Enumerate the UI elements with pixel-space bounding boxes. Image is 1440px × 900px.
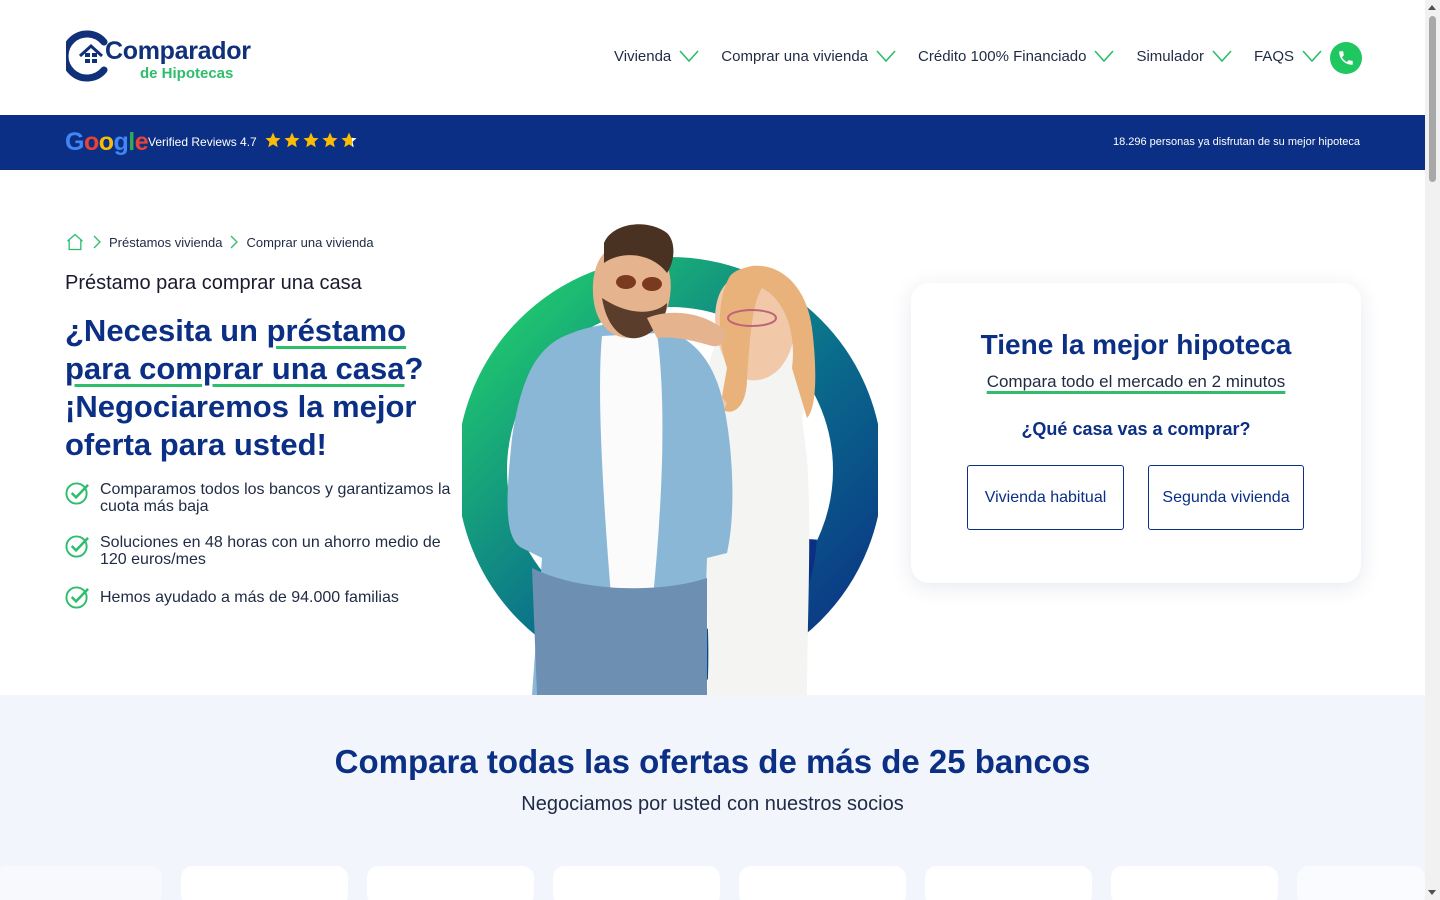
google-letter: e [134,128,149,156]
google-logo: Google [65,128,149,157]
banks-title-text: Compara todas las ofertas de [334,743,806,780]
customers-count-text: 18.296 personas ya disfrutan de su mejor… [1112,136,1360,148]
headline-underlined: para comprar una casa [65,351,405,386]
benefit-item: Comparamos todos los bancos y garantizam… [65,481,455,515]
home-icon[interactable] [65,232,85,252]
scroll-thumb[interactable] [1429,16,1436,182]
breadcrumb-item[interactable]: Préstamos vivienda [109,235,222,250]
bank-logo-card[interactable] [0,866,162,900]
google-letter: G [65,128,84,156]
check-circle-icon [65,535,89,558]
breadcrumb-item[interactable]: Comprar una vivienda [246,235,373,250]
bank-logo-card[interactable] [181,866,348,900]
chevron-down-icon [1302,50,1322,62]
nav-label: Comprar una vivienda [721,47,869,65]
nav-label: Crédito 100% Financiado [918,47,1087,65]
star-icon [303,132,319,148]
star-icon [322,132,338,148]
scroll-down-arrow-icon[interactable] [1428,890,1436,895]
card-title: Tiene la mejor hipoteca [980,329,1292,360]
bank-logo-card[interactable] [1111,866,1278,900]
benefit-item: Soluciones en 48 horas con un ahorro med… [65,534,455,568]
hero-couple-image [462,208,878,695]
page-headline: ¿Necesita un préstamo para comprar una c… [65,312,455,464]
verified-reviews-text: Verified Reviews 4.7 [148,135,257,149]
star-half-icon [341,132,357,148]
nav-label: Simulador [1136,47,1204,65]
scroll-up-arrow-icon[interactable] [1428,5,1436,10]
benefit-item: Hemos ayudado a más de 94.000 familias [65,585,455,610]
reviews-bar: Google Verified Reviews 4.7 18.296 perso… [0,115,1425,170]
nav-label: Vivienda [614,47,672,65]
card-question: ¿Qué casa vas a comprar? [1021,419,1251,439]
couple-illustration [462,224,878,695]
banks-title: Compara todas las ofertas de más de 25 b… [0,743,1425,781]
logo-title: Comparador [105,37,251,65]
chevron-right-icon [93,235,101,249]
banks-subtitle: Negociamos por usted con nuestros socios [521,793,904,815]
headline-text: ¿Necesita un [65,313,267,348]
benefit-text: Hemos ayudado a más de 94.000 familias [100,589,399,606]
site-logo[interactable]: Comparador de Hipotecas [66,30,251,86]
main-nav: Vivienda Comprar una vivienda Crédito 10… [614,44,1344,68]
google-letter: o [83,128,99,156]
site-header: Comparador de Hipotecas Vivienda Comprar… [0,0,1425,115]
vivienda-habitual-button[interactable]: Vivienda habitual [967,465,1124,530]
chevron-right-icon [230,235,239,249]
check-circle-icon [65,586,89,609]
google-letter: g [113,128,129,156]
nav-item-credito[interactable]: Crédito 100% Financiado [918,47,1115,65]
benefit-text: Comparamos todos los bancos y garantizam… [100,481,451,515]
bank-logo-card[interactable] [553,866,720,900]
bank-logo-card[interactable] [367,866,534,900]
star-rating [264,131,359,149]
card-subtitle: Compara todo el mercado en 2 minutos [911,372,1361,392]
check-circle-icon [65,482,89,505]
chevron-down-icon [679,50,699,62]
page-subtitle: Préstamo para comprar una casa [65,272,362,294]
mortgage-card: Tiene la mejor hipoteca Compara todo el … [911,283,1361,583]
star-icon [284,132,300,148]
nav-item-vivienda[interactable]: Vivienda [614,48,699,65]
bank-logo-card[interactable] [739,866,906,900]
chevron-down-icon [1212,50,1232,62]
nav-label: FAQS [1254,47,1295,65]
banks-section: Compara todas las ofertas de más de 25 b… [0,695,1425,900]
page-scrollbar[interactable] [1425,0,1440,900]
breadcrumb: Préstamos vivienda Comprar una vivienda [65,232,374,252]
bank-logo-card[interactable] [925,866,1092,900]
nav-item-comprar[interactable]: Comprar una vivienda [721,48,896,65]
chevron-down-icon [876,50,896,62]
banks-title-bold: más de 25 bancos [806,743,1091,780]
card-subtitle-text: Compara todo el mercado en 2 minutos [986,372,1286,391]
benefit-text: Soluciones en 48 horas con un ahorro med… [100,534,441,568]
bank-logo-card[interactable] [1297,866,1425,900]
logo-subtitle: de Hipotecas [140,65,234,82]
headline-underlined: préstamo [266,313,407,348]
nav-item-faqs[interactable]: FAQS [1254,48,1322,65]
phone-icon [1339,51,1353,65]
google-letter: o [98,128,114,156]
chevron-down-icon [1094,50,1115,62]
nav-item-simulador[interactable]: Simulador [1136,48,1232,65]
segunda-vivienda-button[interactable]: Segunda vivienda [1148,465,1304,530]
star-icon [265,132,281,148]
phone-button[interactable] [1330,42,1362,74]
